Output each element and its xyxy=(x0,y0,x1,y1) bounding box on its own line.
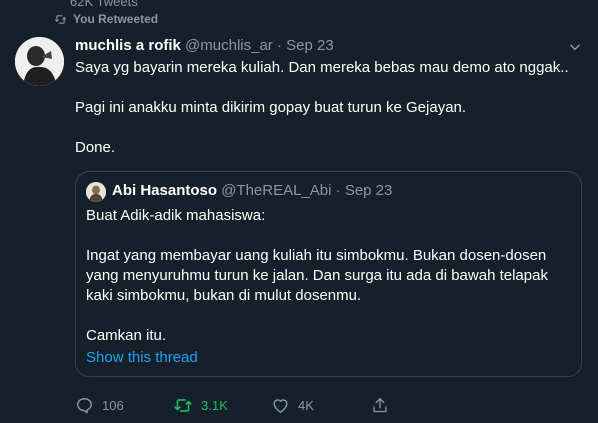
chevron-down-icon[interactable] xyxy=(568,40,582,59)
quoted-header: Abi Hasantoso @TheREAL_Abi · Sep 23 xyxy=(112,181,392,201)
tweet-date[interactable]: Sep 23 xyxy=(286,37,334,54)
share-icon xyxy=(371,396,389,415)
show-thread-link[interactable]: Show this thread xyxy=(86,348,198,368)
tweet-paragraph: Saya yg bayarin mereka kuliah. Dan merek… xyxy=(75,59,569,76)
author-name[interactable]: muchlis a rofik xyxy=(75,37,181,54)
separator: · xyxy=(276,37,282,54)
tweet-paragraph: Done. xyxy=(75,139,116,156)
tweet-count: 62K Tweets xyxy=(70,0,138,9)
like-icon xyxy=(271,396,290,415)
retweet-count: 3.1K xyxy=(201,397,228,413)
reply-button[interactable]: 106 xyxy=(75,393,124,417)
share-button[interactable] xyxy=(371,393,389,417)
quoted-author-name: Abi Hasantoso xyxy=(112,182,218,199)
quoted-text: Buat Adik-adik mahasiswa: Ingat yang mem… xyxy=(86,206,576,366)
quoted-date: Sep 23 xyxy=(344,182,393,199)
retweet-small-icon xyxy=(54,14,67,25)
avatar[interactable] xyxy=(15,37,64,86)
retweet-icon xyxy=(173,396,193,415)
tweet-page: 62K Tweets You Retweeted muchlis a rofik… xyxy=(0,0,598,423)
reply-count: 106 xyxy=(102,397,124,413)
retweet-note-label: You Retweeted xyxy=(73,12,159,26)
like-button[interactable]: 4K xyxy=(271,393,314,417)
tweet-paragraph: Pagi ini anakku minta dikirim gopay buat… xyxy=(75,99,467,116)
tweet-text: Saya yg bayarin mereka kuliah. Dan merek… xyxy=(75,58,580,178)
quoted-separator: · xyxy=(335,182,341,199)
quoted-paragraph: Ingat yang membayar uang kuliah itu simb… xyxy=(86,247,548,304)
quoted-tweet-card[interactable]: Abi Hasantoso @TheREAL_Abi · Sep 23 Buat… xyxy=(75,171,582,377)
quoted-author-handle: @TheREAL_Abi xyxy=(221,182,332,199)
quoted-avatar xyxy=(86,182,106,202)
author-handle[interactable]: @muchlis_ar xyxy=(185,37,273,54)
tweet-header: muchlis a rofik @muchlis_ar · Sep 23 xyxy=(75,36,334,56)
action-bar: 106 3.1K 4K xyxy=(75,393,580,417)
like-count: 4K xyxy=(298,397,314,413)
retweet-button[interactable]: 3.1K xyxy=(173,393,228,417)
retweet-note: You Retweeted xyxy=(54,11,158,27)
quoted-paragraph: Camkan itu. xyxy=(86,327,167,344)
reply-icon xyxy=(75,396,94,415)
quoted-paragraph: Buat Adik-adik mahasiswa: xyxy=(86,207,266,224)
